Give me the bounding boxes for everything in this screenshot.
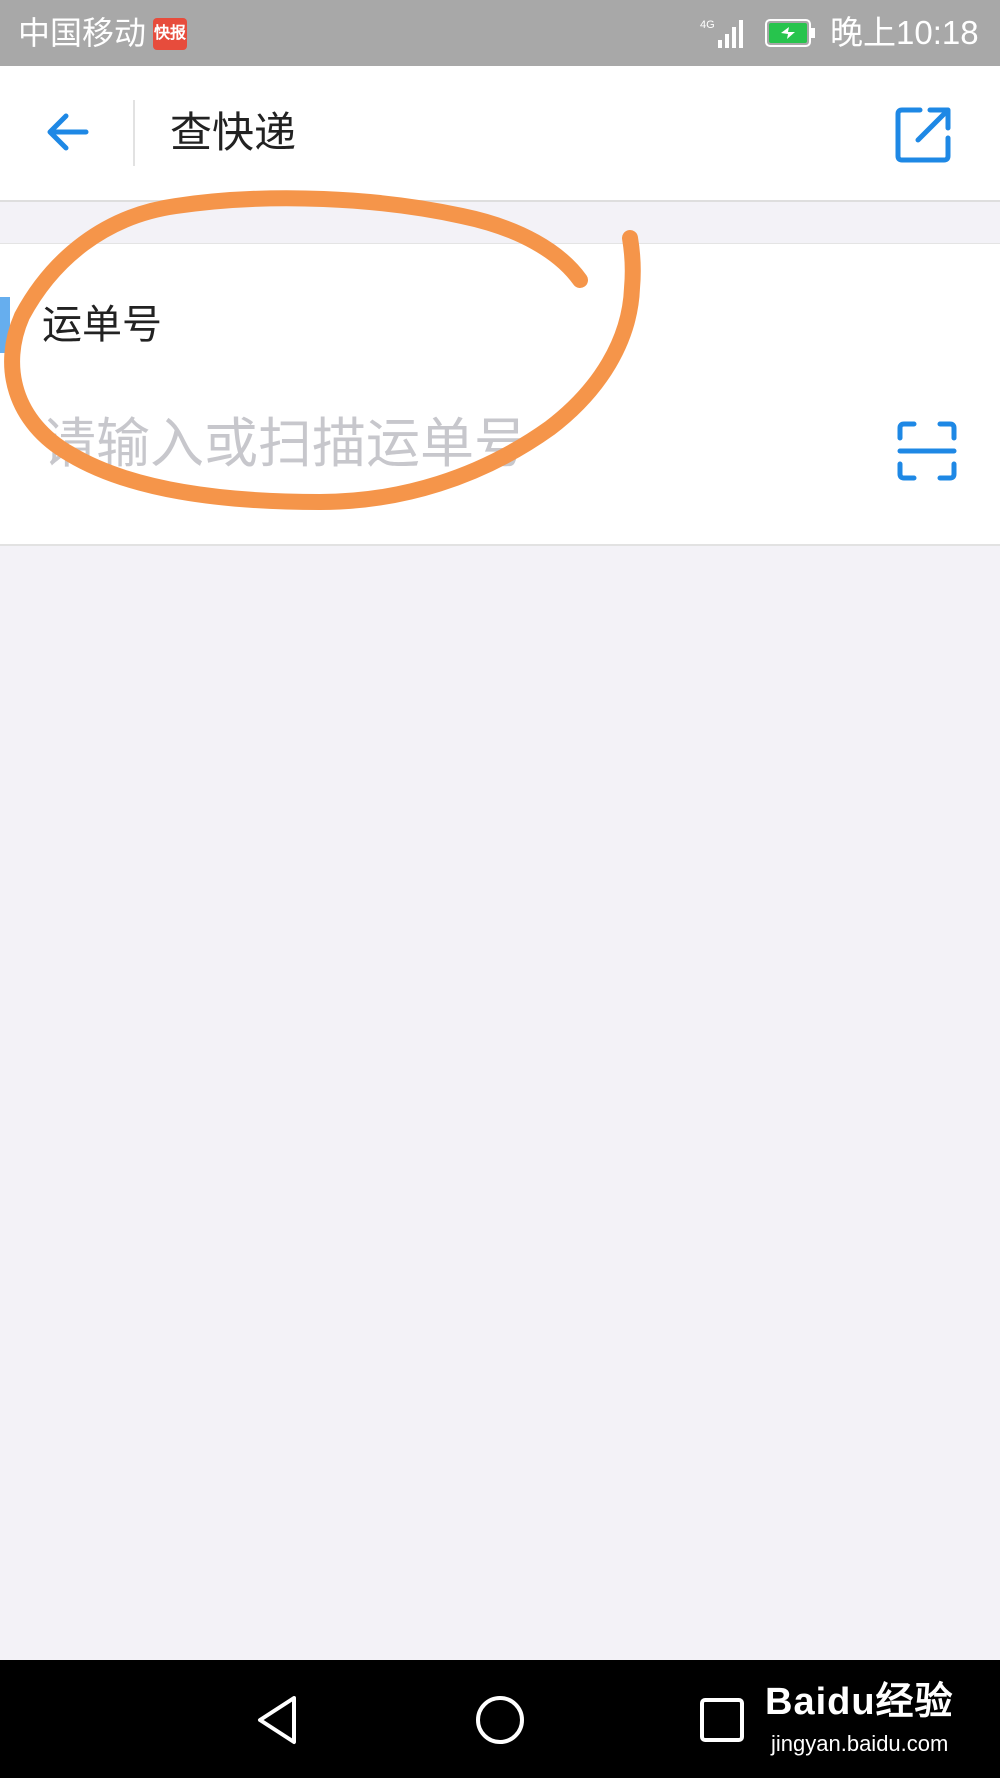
watermark-title: Baidu经验 <box>765 1681 954 1723</box>
tracking-form: 运单号 <box>0 243 1000 546</box>
square-recent-icon[interactable] <box>698 1696 746 1744</box>
accent-bar <box>0 297 10 353</box>
triangle-back-icon[interactable] <box>254 1694 300 1746</box>
page-title: 查快递 <box>170 109 297 156</box>
tracking-number-label: 运单号 <box>42 303 162 347</box>
baidu-watermark: Baidu经验 jingyan.baidu.com <box>765 1672 965 1766</box>
carrier-name: 中国移动 <box>18 15 147 51</box>
watermark-url: jingyan.baidu.com <box>771 1731 949 1756</box>
external-link-icon[interactable] <box>892 104 954 166</box>
arrow-left-icon[interactable] <box>40 104 96 160</box>
network-type: 4G <box>700 19 715 31</box>
signal-icon: 4G <box>700 19 743 48</box>
tracking-number-input[interactable] <box>42 404 822 484</box>
navigation-bar: Baidu经验 jingyan.baidu.com <box>0 1660 1000 1778</box>
scan-icon[interactable] <box>896 420 958 482</box>
header-divider <box>133 100 135 166</box>
status-bar: 中国移动 快报 4G 晚上10:18 <box>0 0 1000 66</box>
news-badge: 快报 <box>153 18 187 50</box>
app-header: 查快递 <box>0 66 1000 202</box>
clock: 晚上10:18 <box>830 14 979 51</box>
battery-charging-icon <box>765 19 815 47</box>
circle-home-icon[interactable] <box>474 1694 526 1746</box>
